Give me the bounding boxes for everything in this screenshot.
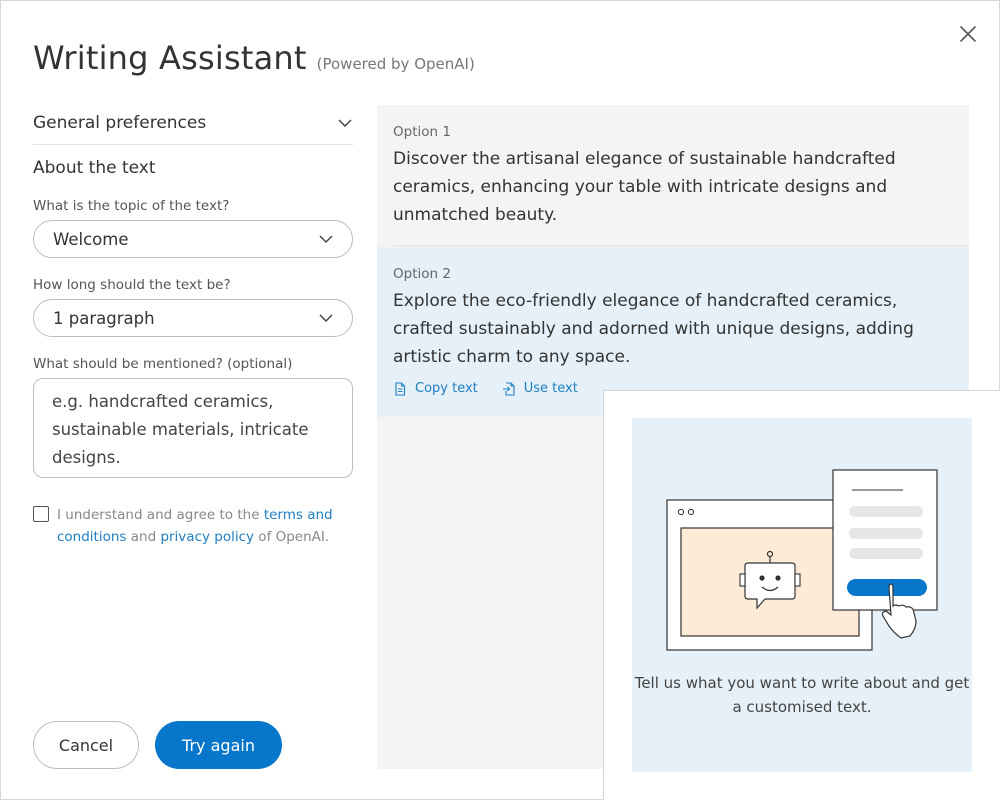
general-preferences-label: General preferences <box>33 112 207 133</box>
try-again-button[interactable]: Try again <box>155 721 282 769</box>
mention-label: What should be mentioned? (optional) <box>33 356 293 372</box>
use-text-button[interactable]: Use text <box>502 381 578 396</box>
privacy-link[interactable]: privacy policy <box>160 529 254 545</box>
option-label: Option 1 <box>393 124 451 140</box>
dialog-subtitle: (Powered by OpenAI) <box>316 55 475 73</box>
topic-label: What is the topic of the text? <box>33 198 230 214</box>
copy-text-label: Copy text <box>415 381 478 396</box>
consent-row: I understand and agree to the terms and … <box>33 504 353 548</box>
use-text-icon <box>502 381 515 396</box>
writing-robot-illustration <box>666 469 938 651</box>
use-text-label: Use text <box>523 381 578 396</box>
length-value: 1 paragraph <box>53 308 155 328</box>
option-label: Option 2 <box>393 266 451 282</box>
info-card: Tell us what you want to write about and… <box>603 390 1000 800</box>
consent-middle: and <box>126 529 161 545</box>
chevron-down-icon <box>319 235 333 244</box>
preferences-panel: General preferences About the text What … <box>33 101 353 548</box>
consent-prefix: I understand and agree to the <box>57 507 264 523</box>
option-card-1[interactable]: Option 1 Discover the artisanal elegance… <box>377 105 969 245</box>
option-text: Explore the eco-friendly elegance of han… <box>393 291 914 367</box>
option-text: Discover the artisanal elegance of susta… <box>393 149 896 225</box>
copy-text-button[interactable]: Copy text <box>393 381 478 396</box>
close-icon[interactable] <box>955 21 981 47</box>
chevron-down-icon <box>338 118 352 127</box>
about-text-heading: About the text <box>33 158 156 178</box>
chevron-down-icon <box>319 314 333 323</box>
copy-icon <box>395 381 406 396</box>
option-divider <box>393 245 969 246</box>
info-card-text: Tell us what you want to write about and… <box>634 674 970 716</box>
consent-text: I understand and agree to the terms and … <box>57 504 353 548</box>
length-select[interactable]: 1 paragraph <box>33 299 353 337</box>
consent-suffix: of OpenAI. <box>254 529 330 545</box>
dialog-header: Writing Assistant (Powered by OpenAI) <box>33 39 475 77</box>
topic-select[interactable]: Welcome <box>33 220 353 258</box>
cancel-button[interactable]: Cancel <box>33 721 139 769</box>
topic-value: Welcome <box>53 229 129 249</box>
mention-textarea[interactable]: e.g. handcrafted ceramics, sustainable m… <box>33 378 353 478</box>
length-label: How long should the text be? <box>33 277 231 293</box>
dialog-title: Writing Assistant <box>33 39 307 77</box>
general-preferences-accordion[interactable]: General preferences <box>33 101 353 145</box>
info-card-content: Tell us what you want to write about and… <box>632 418 972 772</box>
writing-assistant-dialog: Writing Assistant (Powered by OpenAI) Ge… <box>0 0 1000 800</box>
consent-checkbox[interactable] <box>33 506 49 522</box>
